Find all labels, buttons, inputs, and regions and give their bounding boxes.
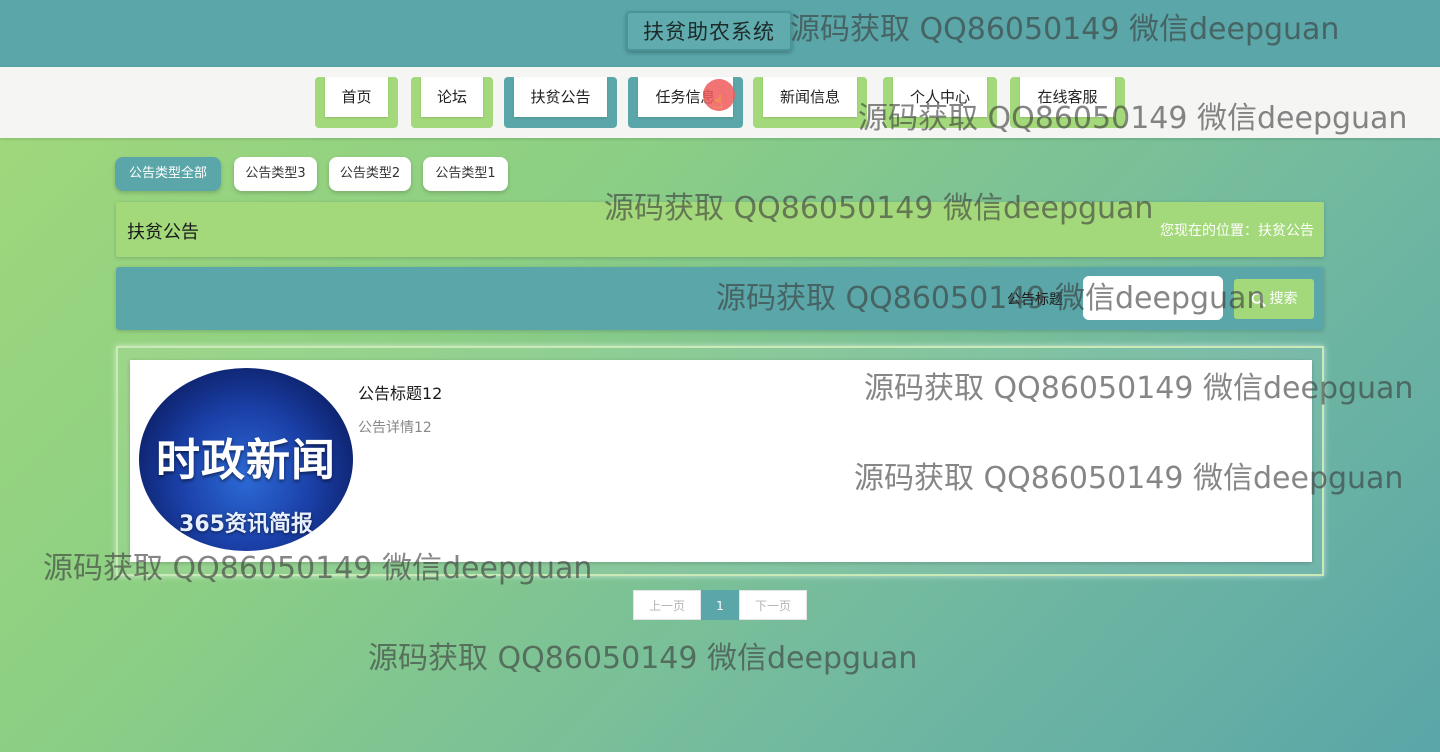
nav-item-label: 扶贫公告 xyxy=(514,77,607,117)
thumbnail-subline: 365资讯简报 xyxy=(179,512,313,537)
nav-item-label: 在线客服 xyxy=(1020,77,1115,117)
section-header: 扶贫公告 您现在的位置：扶贫公告 xyxy=(116,202,1324,257)
nav-item-label: 首页 xyxy=(325,77,388,117)
page-number-current[interactable]: 1 xyxy=(701,590,739,620)
announcement-desc: 公告详情12 xyxy=(358,420,432,436)
search-bar: 公告标题 搜索 xyxy=(116,267,1324,330)
nav-item-home[interactable]: 首页 xyxy=(315,77,398,128)
list-item[interactable]: 时政新闻 365资讯简报 公告标题12 公告详情12 xyxy=(130,360,1312,562)
next-page-button[interactable]: 下一页 xyxy=(739,590,807,620)
nav-item-forum[interactable]: 论坛 xyxy=(411,77,493,128)
nav-item-support[interactable]: 在线客服 xyxy=(1010,77,1125,128)
type-tab-2[interactable]: 公告类型2 xyxy=(329,157,411,191)
nav-item-label: 论坛 xyxy=(421,77,483,117)
nav-item-profile[interactable]: 个人中心 xyxy=(883,77,997,128)
nav-item-news[interactable]: 新闻信息 xyxy=(753,77,867,128)
search-input[interactable] xyxy=(1083,276,1223,320)
announcement-list: 时政新闻 365资讯简报 公告标题12 公告详情12 xyxy=(116,346,1324,576)
pointer-hand-icon: ☝ xyxy=(712,92,723,113)
watermark-text: 源码获取 QQ86050149 微信deepguan xyxy=(368,641,918,676)
nav-item-label: 个人中心 xyxy=(893,77,987,117)
section-title: 扶贫公告 xyxy=(127,222,199,243)
nav-item-label: 新闻信息 xyxy=(763,77,857,117)
site-title: 扶贫助农系统 xyxy=(626,11,792,51)
top-header-bar: 扶贫助农系统 xyxy=(0,0,1440,67)
type-tab-all[interactable]: 公告类型全部 xyxy=(115,157,221,191)
search-button-label: 搜索 xyxy=(1269,291,1298,307)
breadcrumb: 您现在的位置：扶贫公告 xyxy=(1160,223,1314,239)
announcement-title: 公告标题12 xyxy=(358,384,443,403)
type-tab-1[interactable]: 公告类型1 xyxy=(423,157,508,191)
prev-page-button[interactable]: 上一页 xyxy=(633,590,701,620)
search-icon xyxy=(1250,291,1266,307)
search-label: 公告标题 xyxy=(1007,292,1063,308)
nav-item-announcements[interactable]: 扶贫公告 xyxy=(504,77,617,128)
announcement-thumbnail: 时政新闻 365资讯简报 xyxy=(139,368,353,551)
type-tab-3[interactable]: 公告类型3 xyxy=(234,157,317,191)
search-button[interactable]: 搜索 xyxy=(1234,279,1314,319)
thumbnail-headline: 时政新闻 xyxy=(156,435,336,486)
